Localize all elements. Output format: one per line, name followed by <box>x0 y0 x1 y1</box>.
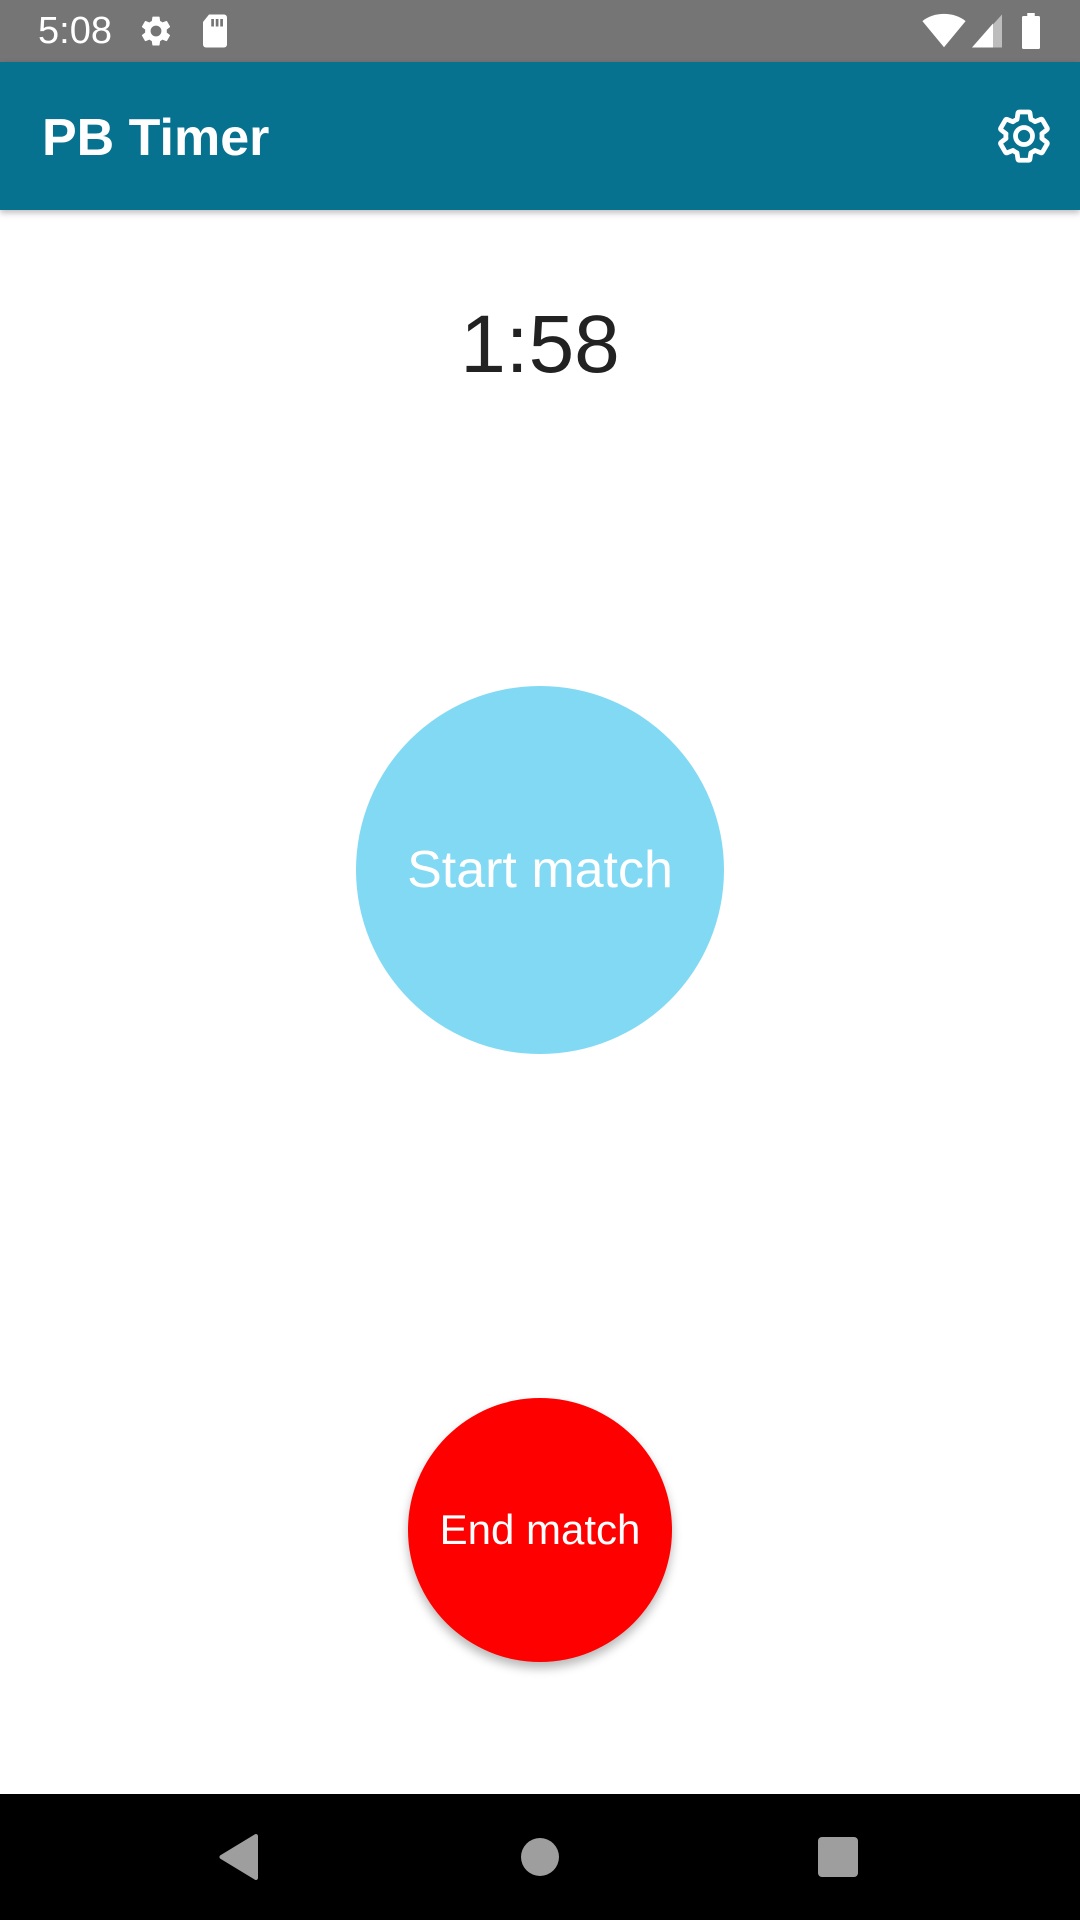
recents-button[interactable] <box>808 1827 868 1887</box>
home-button[interactable] <box>510 1827 570 1887</box>
gear-icon <box>998 109 1050 163</box>
sd-card-icon <box>203 14 227 48</box>
gear-icon <box>141 16 171 46</box>
settings-button[interactable] <box>988 100 1060 172</box>
app-bar: PB Timer <box>0 62 1080 210</box>
wifi-icon <box>922 13 966 48</box>
app-title: PB Timer <box>42 109 270 167</box>
end-match-button[interactable]: End match <box>408 1398 672 1662</box>
status-bar: 5:08 <box>0 0 1080 62</box>
back-button[interactable] <box>210 1827 270 1887</box>
status-time: 5:08 <box>38 10 112 52</box>
recents-icon <box>818 1837 858 1877</box>
start-match-button[interactable]: Start match <box>356 686 724 1054</box>
end-match-label: End match <box>439 1506 641 1553</box>
navigation-bar <box>0 1794 1080 1920</box>
screen: 5:08 PB Timer 1:58 Start match End match <box>0 0 1080 1920</box>
cell-signal-icon <box>972 14 1002 48</box>
start-match-label: Start match <box>407 841 673 899</box>
home-icon <box>521 1838 559 1876</box>
back-icon <box>219 1834 258 1880</box>
timer-display: 1:58 <box>460 299 620 390</box>
battery-icon <box>1022 13 1040 49</box>
